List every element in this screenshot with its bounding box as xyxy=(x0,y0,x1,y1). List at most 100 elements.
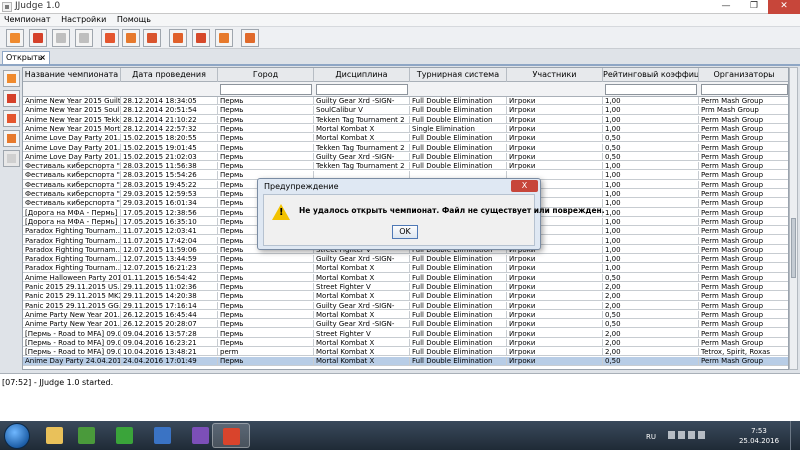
table-cell: 10.04.2016 13:48:21 xyxy=(121,348,218,357)
copy-button[interactable] xyxy=(192,29,210,47)
side-new-icon[interactable] xyxy=(3,70,20,87)
clock-date: 25.04.2016 xyxy=(738,437,780,445)
scrollbar-thumb[interactable] xyxy=(791,218,796,278)
table-cell: 29.03.2015 16:01:34 xyxy=(121,199,218,208)
network-icon[interactable] xyxy=(678,431,685,439)
side-list-icon[interactable] xyxy=(3,130,20,147)
table-row[interactable]: Anime Love Day Party 201... 15.02.2015 21… xyxy=(23,152,788,162)
table-cell: Anime Love Day Party 201... xyxy=(25,143,121,152)
table-cell: Perm Mash Group xyxy=(699,292,788,300)
vertical-scrollbar[interactable] xyxy=(789,67,798,370)
column-header[interactable]: Город xyxy=(218,68,314,82)
show-desktop-button[interactable] xyxy=(790,421,800,450)
table-row[interactable]: Anime Love Day Party 201... 15.02.2015 18… xyxy=(23,134,788,143)
dialog-close-button[interactable]: X xyxy=(511,180,538,192)
tray-icons[interactable] xyxy=(668,431,716,441)
tray-arrow-icon[interactable] xyxy=(668,431,675,439)
help-button[interactable] xyxy=(215,29,233,47)
table-cell: 29.11.2015 14:20:38 xyxy=(121,292,218,301)
taskbar-app[interactable] xyxy=(106,423,144,448)
table-cell: 1,00 xyxy=(603,97,699,106)
table-row[interactable]: Anime New Year 2015 Tekk... 28.12.2014 21… xyxy=(23,115,788,124)
table-cell: Perm Mash Group xyxy=(699,171,788,179)
table-cell: Perm Mash Group xyxy=(699,190,788,198)
table-row[interactable]: Panic 2015 29.11.2015 MKX 29.11.2015 14:2… xyxy=(23,292,788,301)
table-row[interactable]: Anime Day Party 24.04.201... 24.04.2016 1… xyxy=(23,357,788,366)
column-filter-input[interactable] xyxy=(220,84,312,95)
table-row[interactable]: Anime New Year 2015 Mort... 28.12.2014 22… xyxy=(23,124,788,134)
table-cell: 2,00 xyxy=(603,338,699,348)
column-header[interactable]: Дисциплина xyxy=(314,68,410,82)
table-row[interactable]: Paradox Fighting Tournam... 12.07.2015 16… xyxy=(23,264,788,273)
table-row[interactable]: Panic 2015 29.11.2015 GG... 29.11.2015 17… xyxy=(23,301,788,310)
column-header[interactable]: Организаторы xyxy=(699,68,788,82)
column-filter-input[interactable] xyxy=(316,84,408,95)
table-cell: Фестиваль киберспорта "... xyxy=(25,171,121,180)
table-row[interactable]: Фестиваль киберспорта "... 28.03.2015 11:… xyxy=(23,162,788,171)
table-cell: Пермь xyxy=(218,115,314,124)
table-cell: Игроки xyxy=(507,338,603,348)
users-button[interactable] xyxy=(122,29,140,47)
table-cell: 1,00 xyxy=(603,217,699,227)
column-header[interactable]: Название чемпионата xyxy=(23,68,121,82)
table-row[interactable]: Panic 2015 29.11.2015 US... 29.11.2015 11… xyxy=(23,283,788,292)
flag-icon[interactable] xyxy=(698,431,705,439)
ok-button[interactable]: OK xyxy=(392,225,418,239)
column-filter-input[interactable] xyxy=(701,84,788,95)
table-cell: Anime Halloween Party 201... xyxy=(25,273,121,282)
table-row[interactable]: Anime Party New Year 201... 26.12.2015 20… xyxy=(23,320,788,329)
taskbar-app[interactable] xyxy=(144,423,182,448)
table-row[interactable]: Anime Halloween Party 201... 01.11.2015 1… xyxy=(23,273,788,282)
table-cell: Игроки xyxy=(507,134,603,143)
table-cell: Mortal Kombat X xyxy=(314,124,410,134)
table-cell: Full Double Elimination xyxy=(410,292,507,301)
taskbar-app[interactable] xyxy=(212,423,250,448)
volume-icon[interactable] xyxy=(688,431,695,439)
taskbar-app[interactable] xyxy=(68,423,106,448)
table-cell: 12.07.2015 11:59:06 xyxy=(121,245,218,255)
table-cell: 28.12.2014 22:57:32 xyxy=(121,124,218,134)
table-cell: [Пермь - Road to MFA] 09.0... xyxy=(25,338,121,348)
side-edit-icon[interactable] xyxy=(3,110,20,127)
close-window-button[interactable]: ✕ xyxy=(768,0,800,14)
tab-close-icon[interactable]: × xyxy=(39,53,46,62)
table-row[interactable]: Anime Party New Year 201... 26.12.2015 16… xyxy=(23,310,788,320)
table-cell: Игроки xyxy=(507,301,603,310)
table-row[interactable]: Paradox Fighting Tournam... 12.07.2015 13… xyxy=(23,255,788,264)
table-cell: Игроки xyxy=(507,106,603,115)
new-document-button[interactable] xyxy=(6,29,24,47)
column-header[interactable]: Рейтинговый коэффициент xyxy=(603,68,699,82)
exit-button[interactable] xyxy=(241,29,259,47)
table-cell: 28.03.2015 11:56:38 xyxy=(121,162,218,171)
menu-championship[interactable]: Чемпионат xyxy=(0,14,55,24)
tab-open[interactable]: Открыть × xyxy=(2,51,50,64)
table-row[interactable]: Anime Love Day Party 201... 15.02.2015 19… xyxy=(23,143,788,152)
column-header[interactable]: Участники xyxy=(507,68,603,82)
table-cell: Full Double Elimination xyxy=(410,264,507,273)
table-row[interactable]: [Пермь - Road to MFA] 09.0... 10.04.2016 … xyxy=(23,348,788,357)
column-header[interactable]: Турнирная система xyxy=(410,68,507,82)
column-filter-input[interactable] xyxy=(605,84,697,95)
language-indicator[interactable]: RU xyxy=(646,433,656,450)
side-delete-icon[interactable] xyxy=(3,90,20,107)
maximize-button[interactable]: ❐ xyxy=(740,0,768,14)
table-cell: 12.07.2015 16:21:23 xyxy=(121,264,218,273)
table-row[interactable]: [Пермь - Road to MFA] 09.0... 09.04.2016 … xyxy=(23,329,788,338)
table-cell: Perm Mash Group xyxy=(699,283,788,291)
column-header[interactable]: Дата проведения xyxy=(121,68,218,82)
start-button[interactable] xyxy=(4,423,30,449)
minimize-button[interactable]: — xyxy=(712,0,740,14)
table-cell: Anime Love Day Party 201... xyxy=(25,134,121,143)
open-folder-button[interactable] xyxy=(29,29,47,47)
settings-button[interactable] xyxy=(143,29,161,47)
print-button[interactable] xyxy=(169,29,187,47)
menu-settings[interactable]: Настройки xyxy=(57,14,110,24)
table-row[interactable]: Anime New Year 2015 Soul... 28.12.2014 20… xyxy=(23,106,788,115)
clock[interactable]: 7:53 25.04.2016 xyxy=(736,426,782,450)
table-row[interactable]: Anime New Year 2015 Guilt... 28.12.2014 1… xyxy=(23,97,788,106)
menu-help[interactable]: Помощь xyxy=(113,14,155,24)
table-row[interactable]: [Пермь - Road to MFA] 09.0... 09.04.2016 … xyxy=(23,338,788,348)
table-cell: Street Fighter V xyxy=(314,283,410,292)
smiley-button[interactable] xyxy=(101,29,119,47)
table-cell: Пермь xyxy=(218,124,314,134)
